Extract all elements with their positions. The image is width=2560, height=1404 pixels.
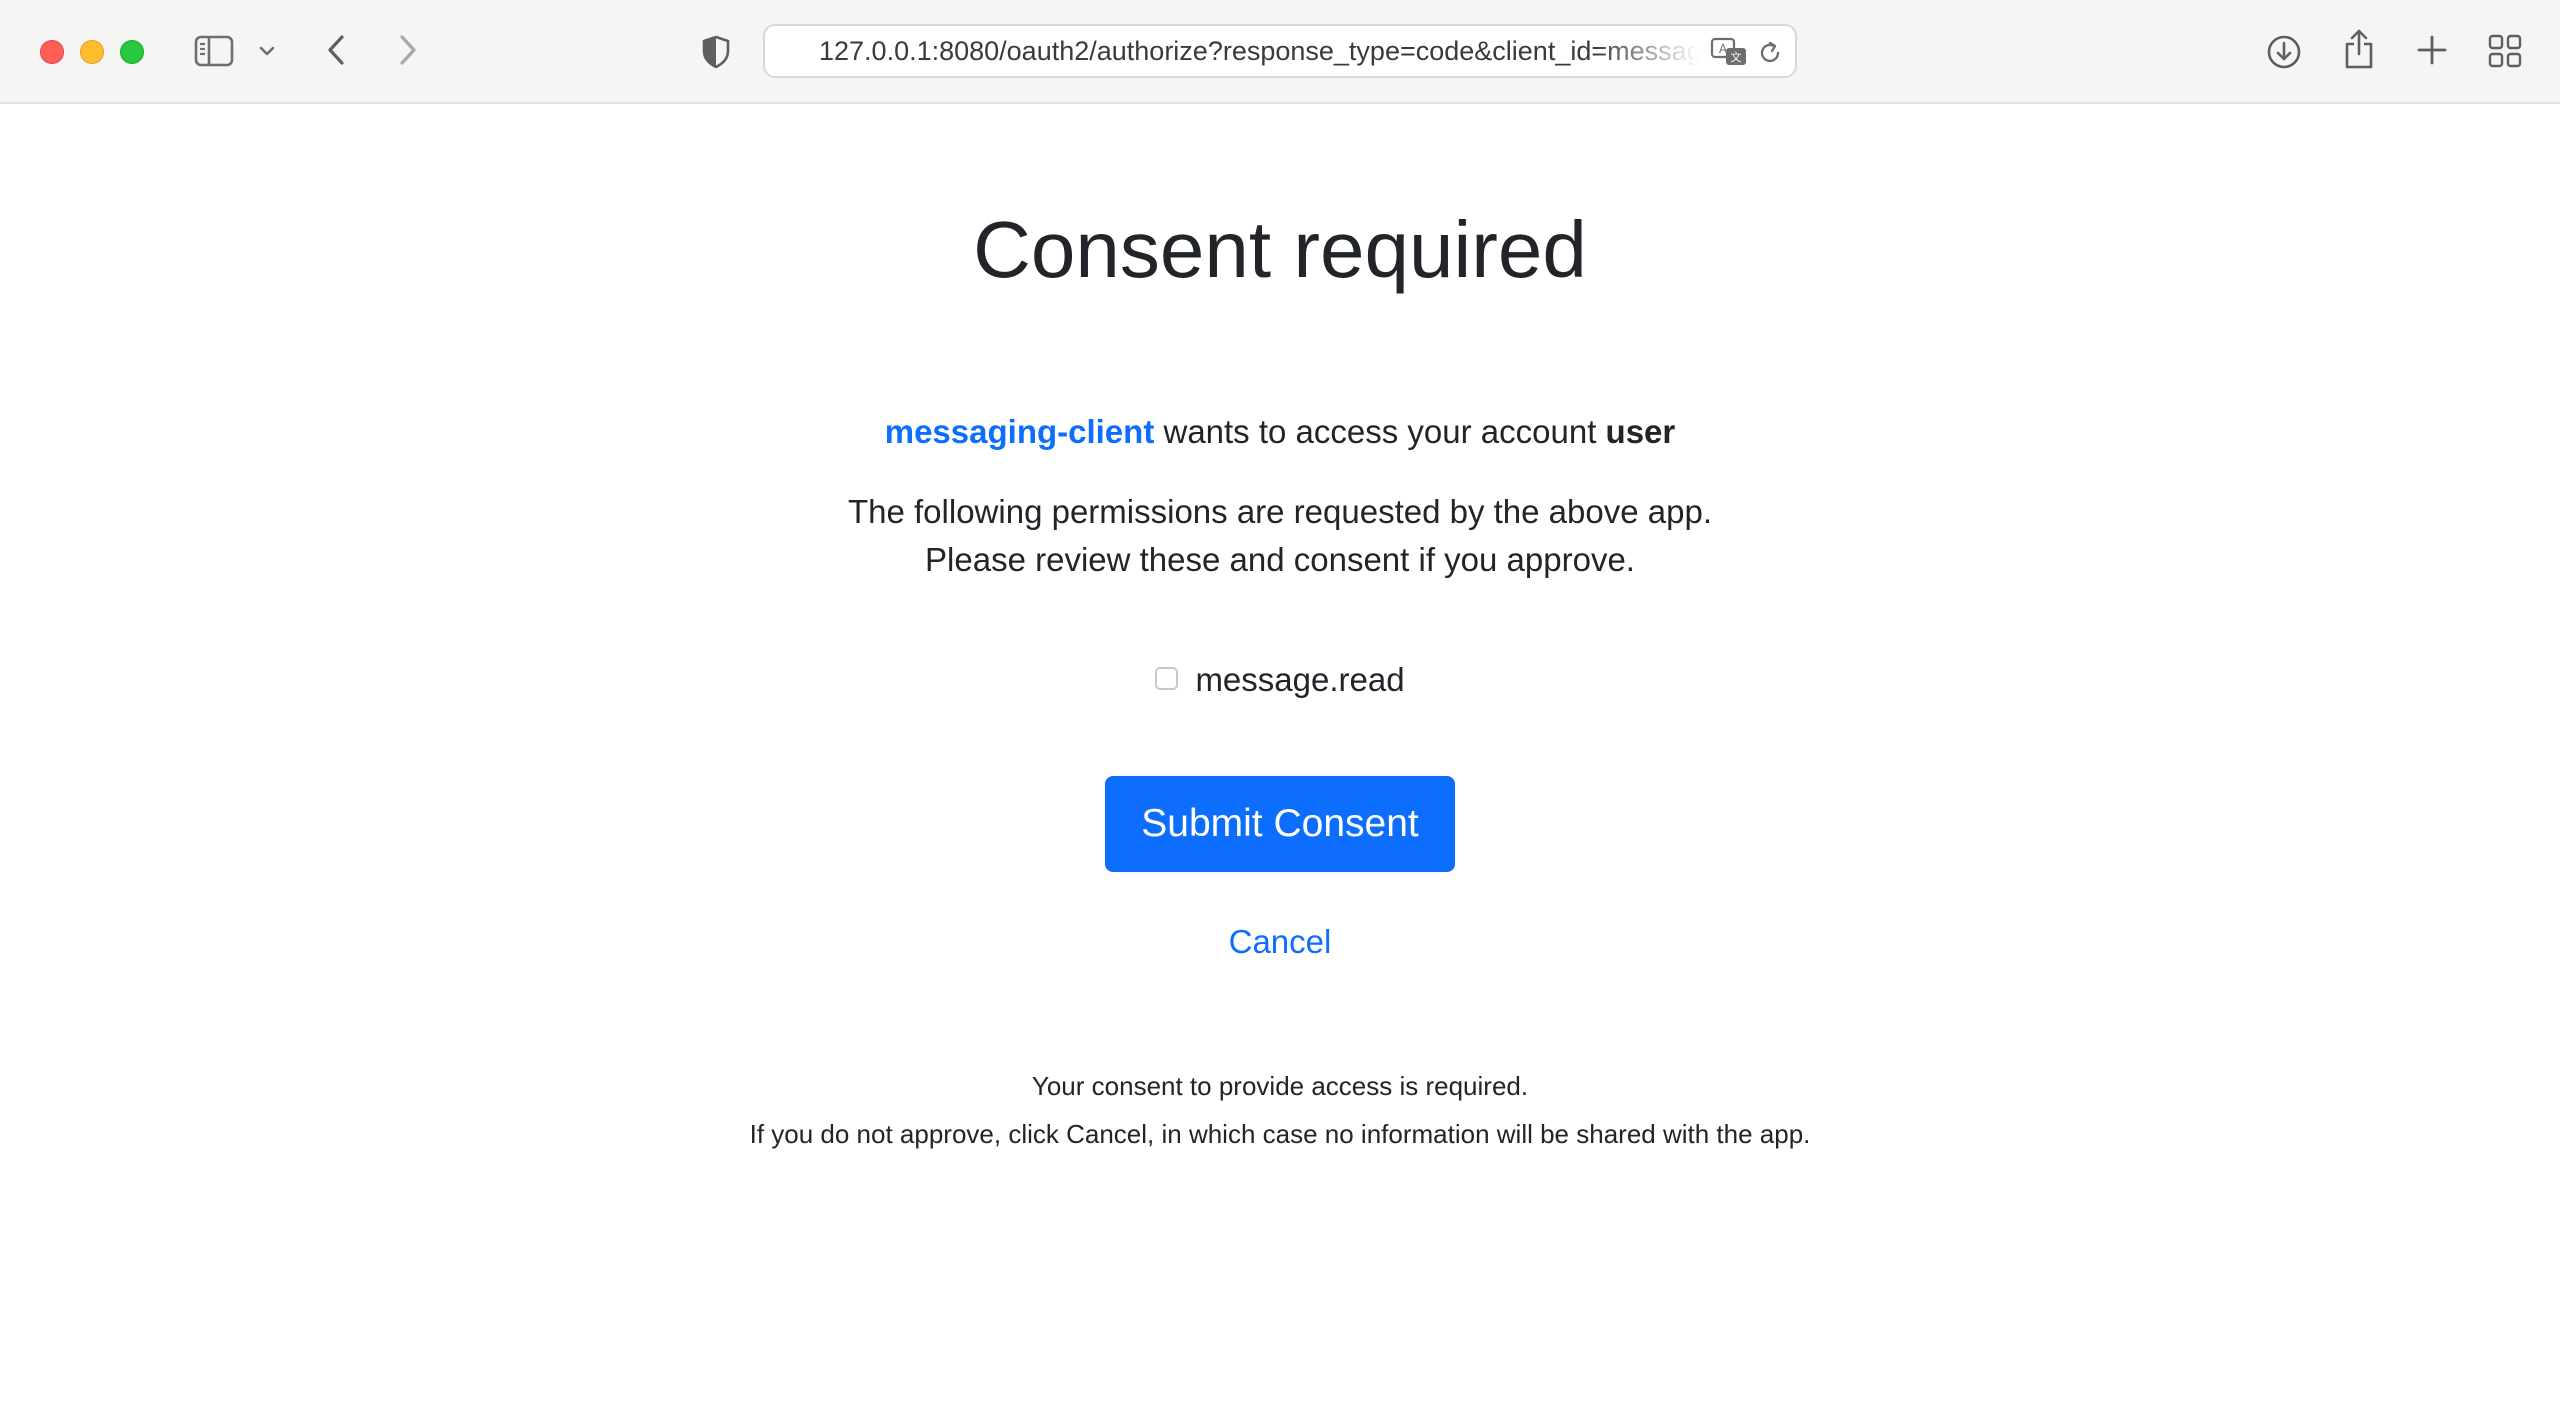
zoom-window-button[interactable]	[120, 40, 144, 64]
scope-label[interactable]: message.read	[1195, 658, 1404, 702]
cancel-link-row: Cancel	[0, 920, 2560, 964]
consent-page: Consent required messaging-client wants …	[0, 104, 2560, 1404]
reload-icon[interactable]	[1755, 38, 1785, 68]
downloads-icon[interactable]	[2264, 32, 2304, 72]
url-text: 127.0.0.1:8080/oauth2/authorize?response…	[819, 36, 1699, 66]
consent-note-line-1: Your consent to provide access is requir…	[1031, 1071, 1529, 1101]
page-title: Consent required	[973, 205, 1587, 294]
submit-consent-button[interactable]: Submit Consent	[1105, 776, 1455, 872]
privacy-shield-icon[interactable]	[698, 34, 734, 70]
scope-checkbox[interactable]	[1155, 666, 1179, 690]
minimize-window-button[interactable]	[80, 40, 104, 64]
client-id: messaging-client	[884, 413, 1155, 450]
sidebar-toggle-icon[interactable]	[192, 32, 236, 70]
cancel-link[interactable]: Cancel	[1229, 923, 1332, 960]
tab-overview-icon[interactable]	[2486, 32, 2524, 70]
scope-item: message.read	[0, 658, 2560, 702]
access-request-text: messaging-client wants to access your ac…	[0, 410, 2560, 454]
consent-note-line-2: If you do not approve, click Cancel, in …	[749, 1119, 1811, 1149]
back-icon[interactable]	[320, 30, 352, 70]
share-icon[interactable]	[2340, 26, 2378, 72]
principal-name: user	[1605, 413, 1676, 450]
close-window-button[interactable]	[40, 40, 64, 64]
forward-icon[interactable]	[392, 30, 424, 70]
svg-text:文: 文	[1731, 50, 1742, 64]
chevron-down-icon[interactable]	[256, 40, 278, 62]
browser-toolbar: 127.0.0.1:8080/oauth2/authorize?response…	[0, 0, 2560, 104]
translate-icon[interactable]: A 文	[1709, 36, 1749, 68]
address-bar[interactable]: 127.0.0.1:8080/oauth2/authorize?response…	[763, 24, 1797, 78]
new-tab-icon[interactable]	[2414, 32, 2450, 68]
permissions-intro-line-1: The following permissions are requested …	[847, 493, 1712, 530]
permissions-intro-line-2: Please review these and consent if you a…	[925, 541, 1635, 578]
browser-window: 127.0.0.1:8080/oauth2/authorize?response…	[0, 0, 2560, 1404]
request-middle-text: wants to access your account	[1154, 413, 1606, 450]
